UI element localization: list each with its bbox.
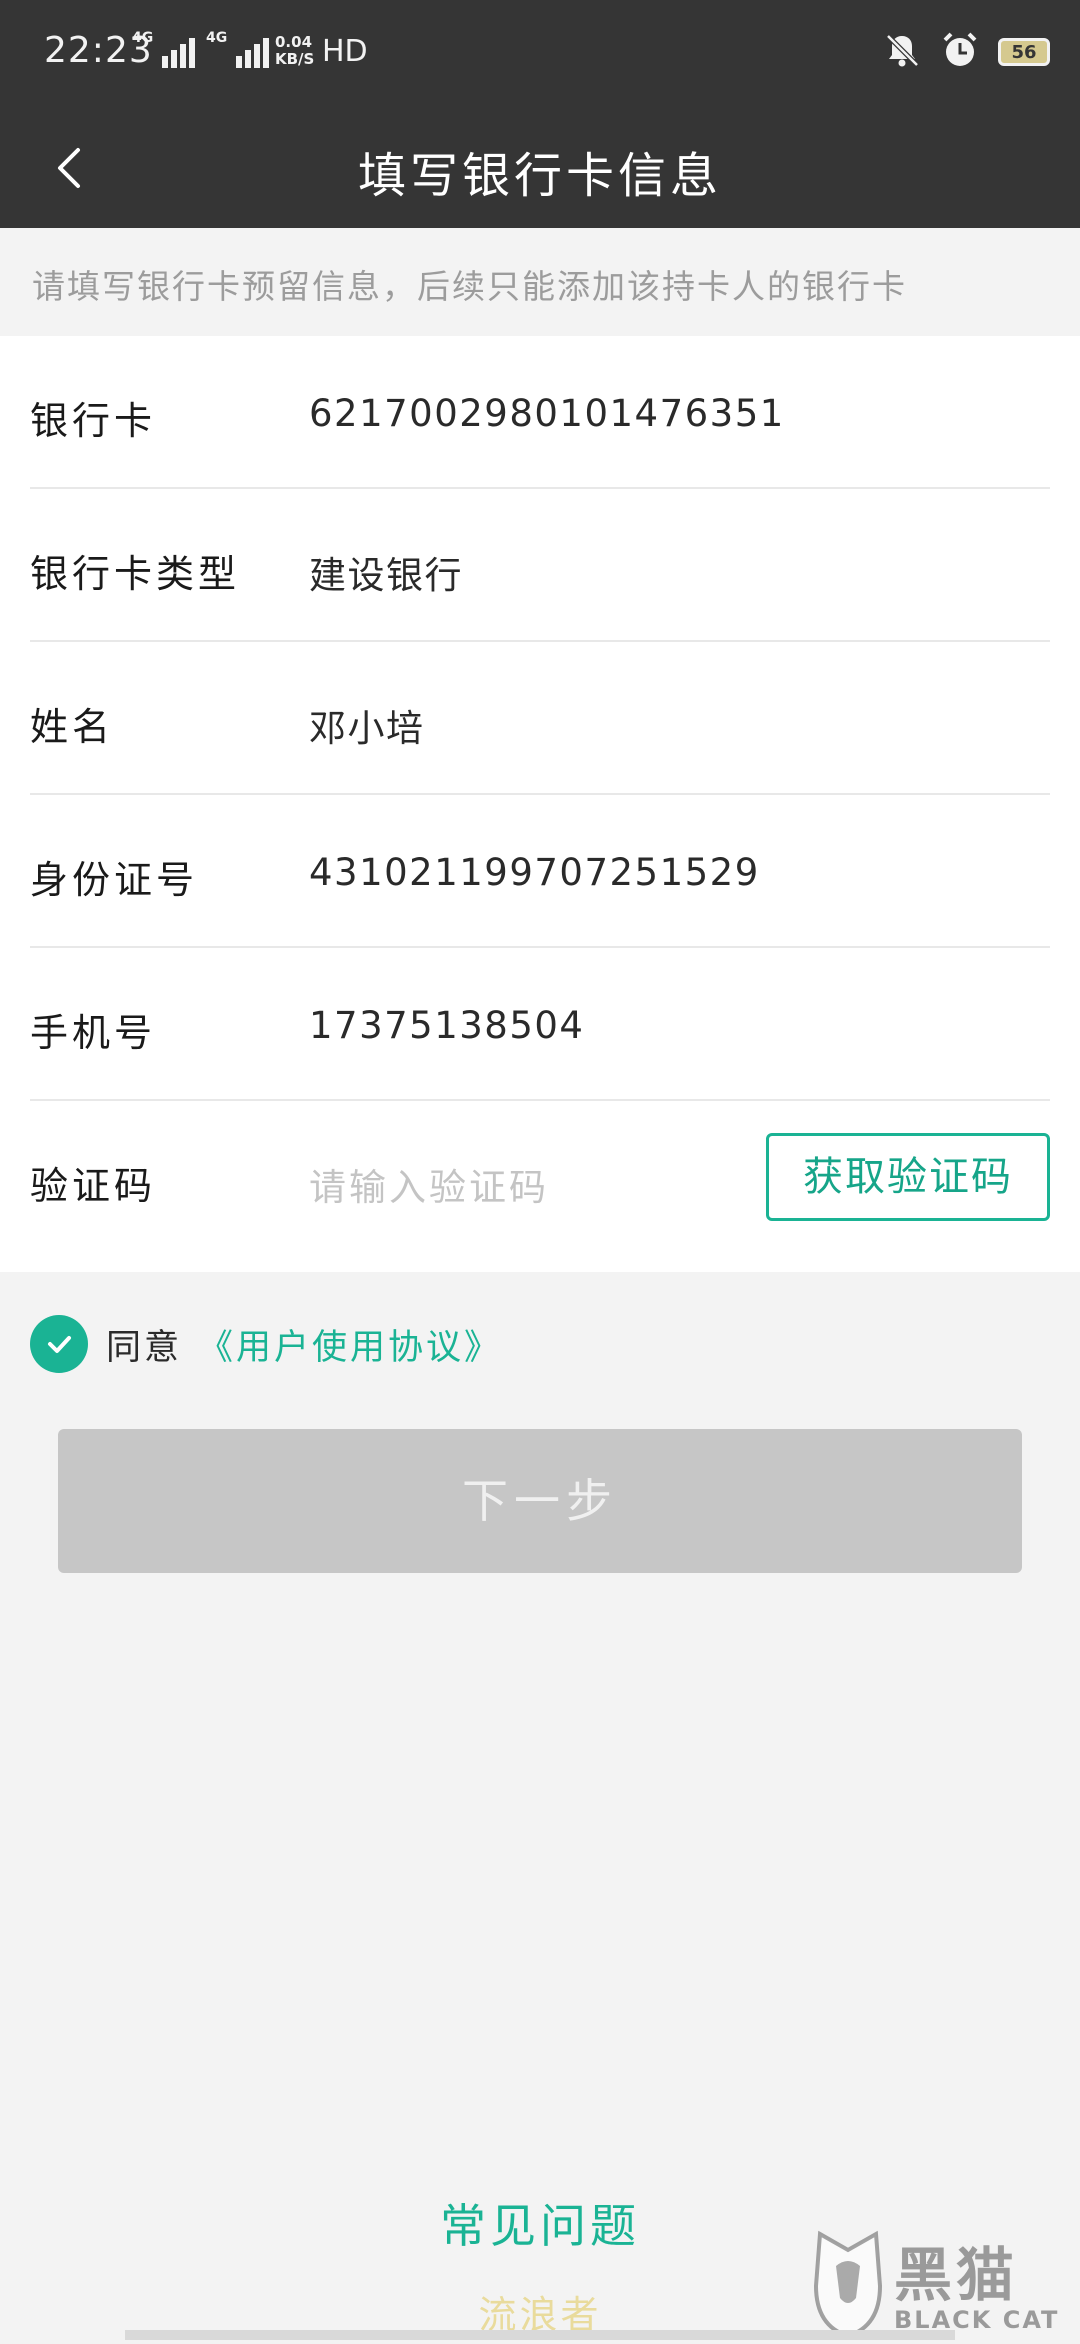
- battery-icon: 56: [998, 38, 1050, 66]
- agree-text: 同意: [106, 1327, 183, 1368]
- alarm-icon: [940, 30, 980, 74]
- card-type-field[interactable]: 建设银行: [309, 545, 463, 599]
- form-label: 身份证号: [30, 858, 199, 902]
- signal-icon: 4G: [206, 30, 269, 68]
- form-row-card-type[interactable]: 银行卡类型 建设银行: [30, 489, 1050, 642]
- notice-text: 请填写银行卡预留信息，后续只能添加该持卡人的银行卡: [32, 267, 907, 306]
- card-number-field[interactable]: 6217002980101476351: [309, 392, 785, 435]
- form-row-phone[interactable]: 手机号 17375138504: [30, 948, 1050, 1101]
- agreement-row: 同意 《用户使用协议》: [30, 1315, 502, 1373]
- id-number-field[interactable]: 431021199707251529: [309, 851, 760, 894]
- form-label: 姓名: [30, 705, 115, 749]
- form-row-name[interactable]: 姓名 邓小培: [30, 642, 1050, 795]
- form-row-id-number[interactable]: 身份证号 431021199707251529: [30, 795, 1050, 948]
- black-cat-logo: 黑猫 BLACK CAT: [810, 2226, 1080, 2340]
- phone-field[interactable]: 17375138504: [309, 1004, 584, 1047]
- next-step-button[interactable]: 下一步: [58, 1429, 1022, 1573]
- form-label: 银行卡: [30, 399, 157, 443]
- watermark-brand: 黑猫: [894, 2241, 1019, 2309]
- mute-icon: [882, 30, 922, 74]
- signal-icon: 4G: [132, 30, 195, 68]
- form-label: 手机号: [30, 1011, 157, 1055]
- header-bar: 填写银行卡信息: [0, 108, 1080, 228]
- home-indicator: [125, 2330, 955, 2340]
- check-icon[interactable]: [30, 1315, 88, 1373]
- network-type-label: 4G: [132, 30, 154, 46]
- form-label: 验证码: [30, 1164, 157, 1208]
- form-label: 银行卡类型: [30, 552, 241, 596]
- hd-indicator: HD: [322, 34, 368, 69]
- user-agreement-link[interactable]: 《用户使用协议》: [198, 1319, 502, 1370]
- status-bar: 22:23 4G 4G 0.04 KB/S HD 56: [0, 0, 1080, 108]
- form-row-card-number[interactable]: 银行卡 6217002980101476351: [30, 336, 1050, 489]
- speed-value: 0.04: [275, 33, 313, 51]
- network-speed: 0.04 KB/S: [275, 34, 314, 68]
- form-row-verification-code: 验证码 请输入验证码 获取验证码: [30, 1101, 1050, 1254]
- get-code-button[interactable]: 获取验证码: [766, 1133, 1050, 1221]
- page-title: 填写银行卡信息: [357, 148, 722, 204]
- verification-code-input[interactable]: 请输入验证码: [309, 1157, 549, 1211]
- name-field[interactable]: 邓小培: [309, 698, 425, 752]
- bank-card-form: 银行卡 6217002980101476351 银行卡类型 建设银行 姓名 邓小…: [0, 336, 1080, 1272]
- speed-unit: KB/S: [275, 50, 315, 68]
- network-type-label: 4G: [206, 30, 228, 46]
